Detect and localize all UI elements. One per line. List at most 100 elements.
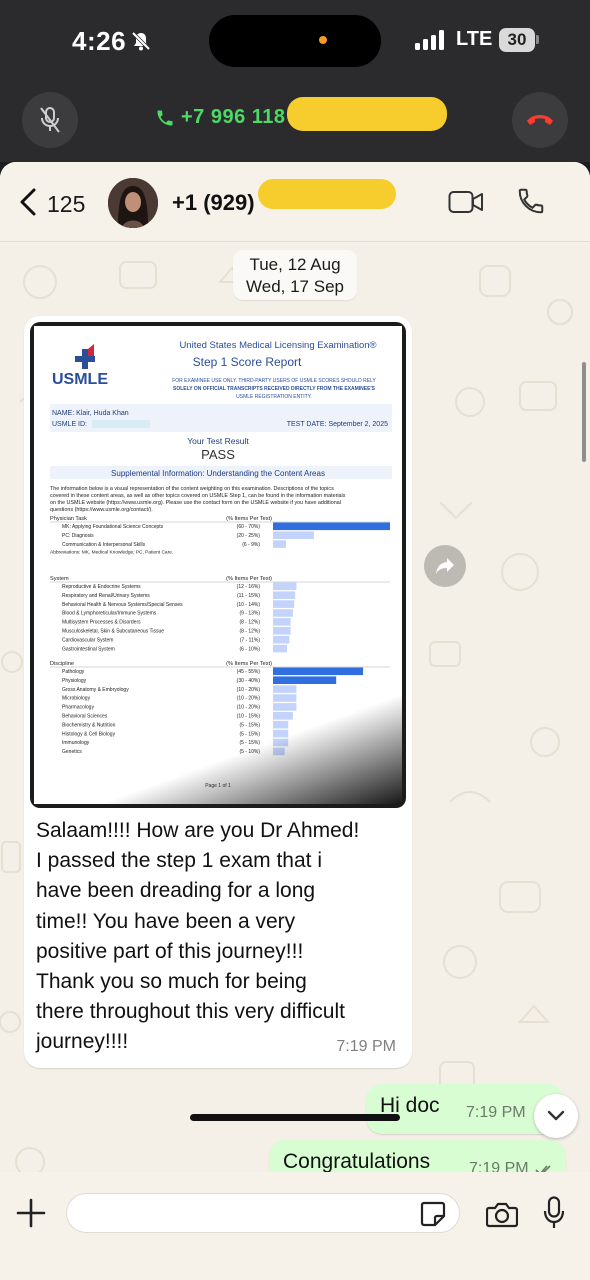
doc-notice-3: USMLE REGISTRATION ENTITY. [236, 394, 312, 400]
message-time: 7:19 PM [466, 1104, 526, 1121]
doc-test-date: TEST DATE: September 2, 2025 [287, 421, 388, 428]
abbreviations-note: Abbreviations: MK, Medical Knowledge; PC… [50, 550, 173, 556]
redaction-mark [258, 179, 396, 209]
section-title: Physician Task [50, 516, 87, 522]
video-icon[interactable] [448, 190, 484, 214]
phone-icon [157, 110, 173, 125]
content-area-range: (6 - 9%) [242, 542, 260, 548]
scrollbar[interactable] [582, 362, 586, 462]
incoming-message-text: Salaam!!!! How are you Dr Ahmed! I passe… [36, 816, 401, 1058]
content-area-label: PC: Diagnosis [62, 533, 94, 539]
content-area-range: (5 - 15%) [239, 740, 260, 746]
doc-result-heading: Your Test Result [187, 436, 249, 446]
sticker-icon[interactable] [420, 1201, 446, 1227]
signal-icon [415, 30, 444, 50]
forward-button[interactable] [424, 545, 466, 587]
content-area-label: Communication & Interpersonal Skills [62, 542, 146, 548]
message-line: time!! You have been a very [36, 909, 296, 933]
call-number: +7 996 118 [181, 106, 286, 128]
phone-icon[interactable] [516, 186, 546, 216]
message-input[interactable] [66, 1193, 460, 1233]
doc-paragraph-4: questions (https://www.usmle.org/contact… [50, 507, 153, 513]
content-area-bar [273, 694, 297, 702]
date-chip: Tue, 12 Aug Wed, 17 Sep [233, 250, 357, 300]
doc-id-label: USMLE ID: [52, 421, 87, 428]
contact-name[interactable]: +1 (929) [172, 190, 255, 216]
content-area-range: (10 - 14%) [237, 602, 261, 608]
plus-icon[interactable] [16, 1198, 46, 1228]
message-line: there throughout this very difficult [36, 1000, 345, 1024]
chevron-down-icon [547, 1110, 565, 1121]
content-area-range: (30 - 40%) [237, 678, 261, 684]
content-area-bar [273, 720, 289, 729]
camera-icon[interactable] [486, 1200, 518, 1228]
doc-name: NAME: Klair, Huda Khan [52, 410, 129, 417]
column-header: (% Items Per Test) [226, 516, 272, 522]
content-area-range: (9 - 13%) [239, 611, 260, 617]
mic-off-icon [40, 107, 60, 133]
doc-page-footer: Page 1 of 1 [205, 783, 231, 789]
content-area-label: Cardiovascular System [62, 637, 113, 643]
content-area-bar [273, 618, 291, 626]
content-area-label: Musculoskeletal, Skin & Subcutaneous Tis… [62, 629, 164, 635]
content-area-range: (10 - 20%) [237, 696, 261, 702]
content-areas-chart: Physician Task (% Items Per Test) MK: Appl… [50, 516, 390, 756]
content-area-label: Respiratory and Renal/Urinary Systems [62, 593, 150, 599]
message-line: have been dreading for a long [36, 879, 316, 903]
attached-image[interactable]: USMLE United States Medical Licensing Ex… [30, 322, 406, 808]
date-line-2: Wed, 17 Sep [246, 277, 344, 296]
content-area-range: (5 - 15%) [239, 731, 260, 737]
usmle-logo: USMLE [52, 344, 108, 388]
mic-icon[interactable] [543, 1196, 565, 1230]
content-area-range: (20 - 25%) [237, 533, 261, 539]
message-line: Salaam!!!! How are you Dr Ahmed! [36, 819, 360, 842]
content-area-label: Physiology [62, 678, 87, 684]
score-report-svg: USMLE United States Medical Licensing Ex… [50, 340, 392, 789]
mute-button[interactable] [22, 92, 78, 148]
battery-level: 30 [507, 30, 527, 49]
section-title: System [50, 576, 69, 582]
incoming-message-bubble[interactable]: USMLE United States Medical Licensing Ex… [24, 316, 412, 1068]
content-area-bar [273, 627, 291, 635]
content-area-label: Reproductive & Endocrine Systems [62, 584, 141, 590]
content-area-bar [273, 712, 293, 720]
content-area-label: Pathology [62, 669, 85, 675]
end-call-button[interactable] [512, 92, 568, 148]
content-area-range: (5 - 10%) [239, 749, 260, 755]
content-area-label: Immunology [62, 740, 90, 746]
status-time: 4:26 [72, 26, 127, 56]
content-area-bar [273, 635, 290, 644]
content-area-label: Genetics [62, 749, 82, 755]
composer-bar [0, 1172, 590, 1280]
content-area-label: Gastrointestinal System [62, 646, 115, 652]
scroll-to-bottom-button[interactable] [534, 1094, 578, 1138]
content-area-bar [273, 644, 287, 653]
doc-paragraph-3: on the USMLE website (https://www.usmle.… [50, 500, 341, 506]
content-area-bar [273, 600, 295, 608]
message-line: Thank you so much for being [36, 970, 307, 994]
network-type: LTE [456, 28, 493, 50]
dynamic-island [209, 15, 381, 67]
content-area-range: (8 - 12%) [239, 629, 260, 635]
content-area-bar [273, 685, 297, 693]
content-area-range: (8 - 12%) [239, 620, 260, 626]
content-area-label: Biochemistry & Nutrition [62, 722, 116, 728]
content-area-bar [273, 703, 297, 711]
content-area-bar [273, 540, 286, 548]
logo-text: USMLE [52, 371, 108, 388]
call-banner[interactable]: +7 996 118 [0, 82, 590, 162]
message-line: I passed the step 1 exam that i [36, 849, 323, 873]
avatar[interactable] [108, 178, 158, 228]
bell-slash-icon [131, 31, 151, 51]
back-chevron-icon[interactable] [18, 188, 38, 216]
outgoing-message-text: Congratulations [283, 1150, 431, 1173]
chat-header: 125 +1 (929) [0, 162, 590, 242]
battery-icon: 30 [499, 28, 535, 52]
call-info[interactable]: +7 996 118 [155, 106, 286, 129]
content-area-label: Behavioral Health & Nervous Systems/Spec… [62, 602, 183, 608]
content-area-range: (10 - 20%) [237, 687, 261, 693]
back-unread-count[interactable]: 125 [47, 191, 85, 218]
message-line: positive part of this journey!!! [36, 939, 304, 963]
avatar-image [108, 178, 158, 228]
battery-tip [536, 35, 539, 44]
